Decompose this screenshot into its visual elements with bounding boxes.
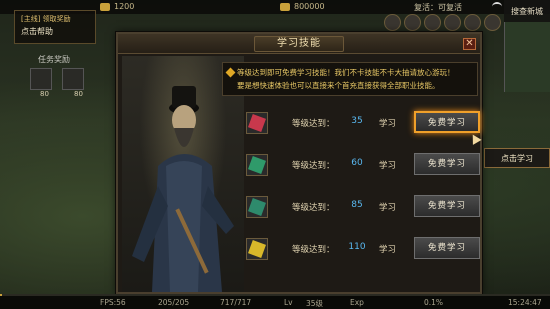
skill-level-prefix: 等级达到： bbox=[292, 245, 335, 255]
revive-status: 复活：可复活 bbox=[414, 3, 462, 12]
skill-row: 等级达到： 35 学习 免费学习 bbox=[246, 110, 480, 136]
notice-line-2: 要是想快速体验也可以直接来个首充直接获得全部职业技能。 bbox=[237, 81, 440, 90]
skill-book-icon[interactable] bbox=[246, 154, 268, 176]
free-learn-button[interactable]: 免费学习 bbox=[414, 237, 480, 259]
skill-required-level: 60 bbox=[351, 158, 363, 168]
level-label: Lv bbox=[284, 298, 293, 307]
quest-title: [主线] 领取奖励 bbox=[21, 15, 71, 23]
mp-readout: 717/717 bbox=[220, 298, 252, 307]
gold-coin-icon bbox=[100, 2, 110, 11]
bottom-status-bar: FPS:56 205/205 717/717 Lv 35级 Exp 0.1% 1… bbox=[0, 296, 550, 309]
skill-row: 等级达到： 60 学习 免费学习 bbox=[246, 152, 480, 178]
skill-book-icon[interactable] bbox=[246, 238, 268, 260]
skill-learn-suffix: 学习 bbox=[379, 203, 397, 213]
activity-icon[interactable] bbox=[444, 14, 461, 31]
currency-value-2: 800000 bbox=[294, 2, 325, 11]
currency-value-1: 1200 bbox=[114, 2, 135, 11]
quest-help-link[interactable]: 点击帮助 bbox=[15, 24, 95, 39]
notice-diamond-icon bbox=[225, 67, 236, 78]
dialog-title: 学习技能 bbox=[254, 36, 344, 52]
skill-level-prefix: 等级达到： bbox=[292, 203, 335, 213]
skill-notice: 等级达到即可免费学习技能！我们不卡技能不卡大抽请放心游玩！ 要是想快速体验也可以… bbox=[222, 62, 478, 96]
reward-item-slot[interactable] bbox=[62, 68, 84, 90]
activity-icon[interactable] bbox=[384, 14, 401, 31]
skill-level-prefix: 等级达到： bbox=[292, 161, 335, 171]
quest-tracker[interactable]: [主线] 领取奖励 点击帮助 bbox=[14, 10, 96, 44]
notice-line-1: 等级达到即可免费学习技能！我们不卡技能不卡大抽请放心游玩！ bbox=[237, 68, 455, 77]
close-button[interactable]: ✕ bbox=[463, 38, 476, 50]
exp-percent: 0.1% bbox=[424, 298, 444, 307]
activity-icon[interactable] bbox=[484, 14, 501, 31]
reward-count: 80 bbox=[74, 90, 83, 98]
server-button[interactable]: 搜查新城 bbox=[504, 0, 550, 22]
skill-required-level: 85 bbox=[351, 200, 363, 210]
skill-level-prefix: 等级达到： bbox=[292, 119, 335, 129]
level-readout: 35级 bbox=[306, 299, 324, 308]
quest-reward-label: 任务奖励 bbox=[38, 55, 70, 64]
skill-book-icon[interactable] bbox=[246, 112, 268, 134]
skill-required-level: 110 bbox=[348, 242, 366, 252]
reward-item-slot[interactable] bbox=[30, 68, 52, 90]
skill-book-icon[interactable] bbox=[246, 196, 268, 218]
minimap[interactable] bbox=[504, 22, 550, 92]
skill-learn-suffix: 学习 bbox=[379, 161, 397, 171]
currency-display-2: 800000 bbox=[280, 2, 325, 11]
skill-required-level: 35 bbox=[351, 116, 363, 126]
activity-icon[interactable] bbox=[424, 14, 441, 31]
learn-skill-dialog: 学习技能 ✕ 等级达到即可免费学习技能！我们不卡技能不卡大抽请放心游玩！ 要是想… bbox=[116, 32, 482, 294]
activity-icons-row bbox=[384, 14, 504, 34]
free-learn-button[interactable]: 免费学习 bbox=[414, 195, 480, 217]
clock: 15:24:47 bbox=[508, 298, 542, 307]
activity-icon[interactable] bbox=[404, 14, 421, 31]
fps-readout: FPS:56 bbox=[100, 298, 126, 307]
activity-icon[interactable] bbox=[464, 14, 481, 31]
click-to-learn-tip[interactable]: 点击学习 bbox=[484, 148, 550, 168]
skill-row: 等级达到： 110 学习 免费学习 bbox=[246, 236, 480, 262]
wifi-icon bbox=[492, 2, 502, 11]
hp-readout: 205/205 bbox=[158, 298, 190, 307]
skill-learn-suffix: 学习 bbox=[379, 245, 397, 255]
reward-count: 80 bbox=[40, 90, 49, 98]
dialog-header: 学习技能 ✕ bbox=[118, 34, 480, 54]
free-learn-button[interactable]: 免费学习 bbox=[414, 111, 480, 133]
currency-display-1: 1200 bbox=[100, 2, 134, 11]
free-learn-button[interactable]: 免费学习 bbox=[414, 153, 480, 175]
ingot-icon bbox=[280, 2, 290, 11]
exp-label: Exp bbox=[350, 298, 364, 307]
skill-learn-suffix: 学习 bbox=[379, 119, 397, 129]
skill-row: 等级达到： 85 学习 免费学习 bbox=[246, 194, 480, 220]
